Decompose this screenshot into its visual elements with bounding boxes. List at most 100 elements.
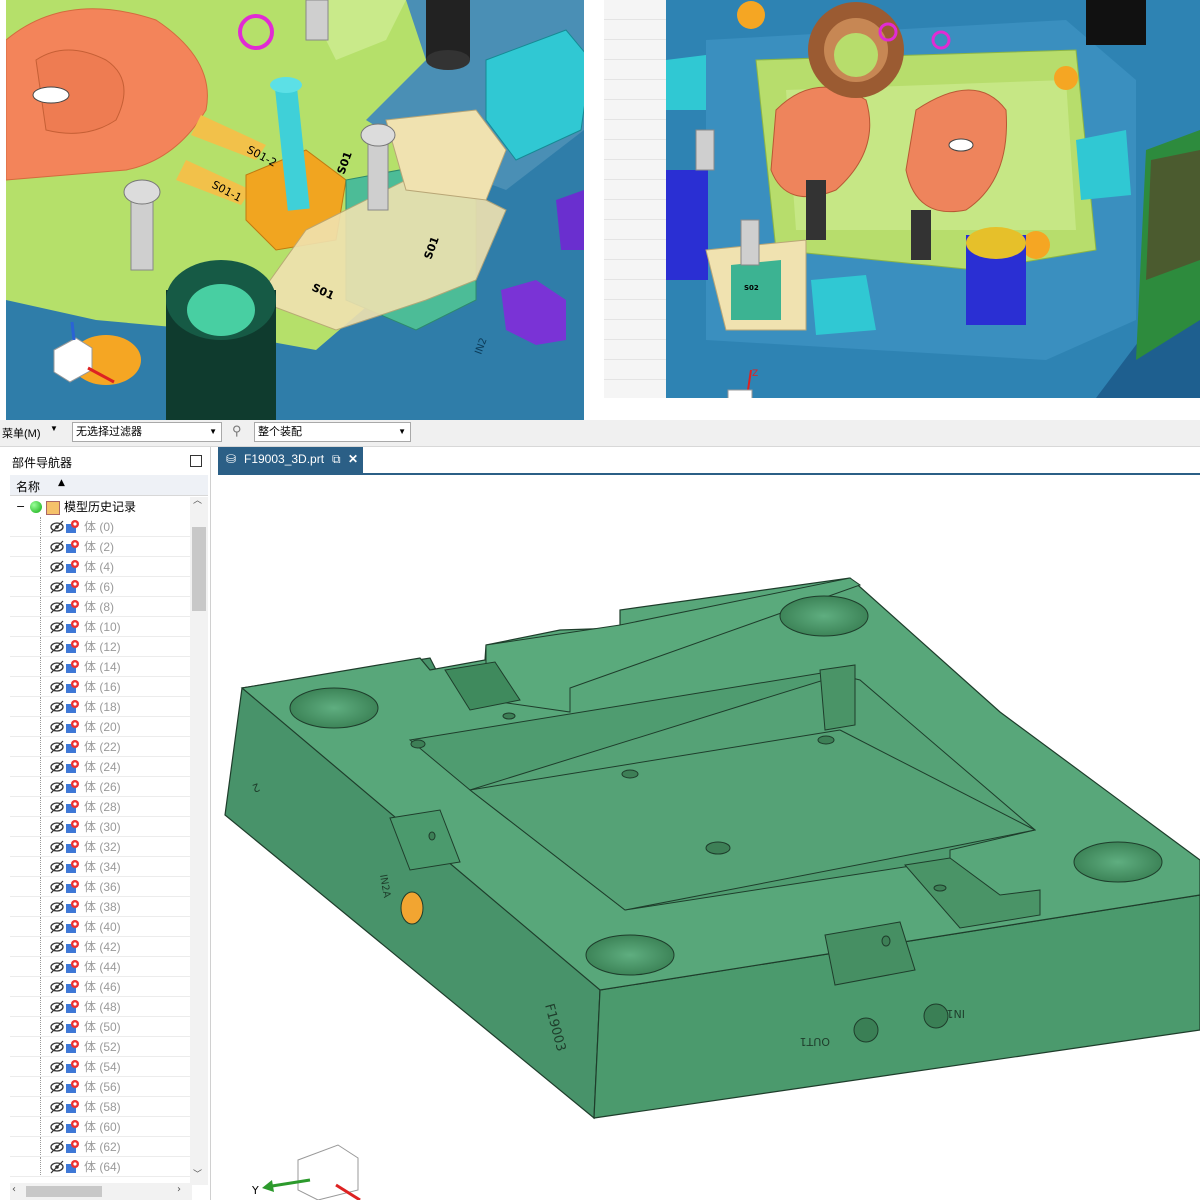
tree-item-body[interactable]: 体 (40) [10,917,190,937]
tree-connector-line [40,1077,42,1097]
tab-title: F19003_3D.prt [244,452,325,466]
tree-item-label: 体 (6) [84,580,115,594]
scroll-thumb-horizontal[interactable] [26,1186,102,1197]
view-triad[interactable]: Y [251,1144,361,1200]
side-list-panel [604,0,667,398]
tree-item-body[interactable]: 体 (34) [10,857,190,877]
row-divider [10,1176,190,1177]
navigator-horizontal-scrollbar[interactable]: ‹ › [10,1183,192,1200]
tree-item-body[interactable]: 体 (0) [10,517,190,537]
tree-connector-line [40,977,42,997]
scroll-down-icon[interactable]: ﹀ [193,1167,202,1180]
tree-item-body[interactable]: 体 (38) [10,897,190,917]
tree-item-body[interactable]: 体 (10) [10,617,190,637]
tree-item-label: 体 (50) [84,1020,121,1034]
tree-connector-line [40,777,42,797]
tree-connector-line [40,837,42,857]
tree-item-body[interactable]: 体 (56) [10,1077,190,1097]
tree-connector-line [40,757,42,777]
tree-item-body[interactable]: 体 (26) [10,777,190,797]
assembly-scope-dropdown[interactable]: 整个装配 ▼ [254,422,411,442]
tree-connector-line [40,657,42,677]
tree-item-body[interactable]: 体 (44) [10,957,190,977]
tree-item-body[interactable]: 体 (8) [10,597,190,617]
tree-root-model-history[interactable]: − 模型历史记录 [10,497,190,517]
tree-item-body[interactable]: 体 (30) [10,817,190,837]
scroll-up-icon[interactable]: ︿ [193,493,202,506]
engraved-in1: IN1 [947,1007,965,1020]
column-name-label: 名称 [16,480,41,494]
tree-item-body[interactable]: 体 (4) [10,557,190,577]
tree-connector-line [40,917,42,937]
tree-item-body[interactable]: 体 (64) [10,1157,190,1177]
tree-item-label: 体 (20) [84,720,121,734]
tree-item-body[interactable]: 体 (18) [10,697,190,717]
tree-item-body[interactable]: 体 (6) [10,577,190,597]
column-header-name[interactable]: 名称 ▲ [10,475,208,496]
tree-connector-line [40,697,42,717]
chevron-down-icon: ▼ [398,427,406,436]
triad-y-label: Y [251,1184,259,1197]
menu-button[interactable]: 菜单(M) [2,425,41,441]
tree-item-body[interactable]: 体 (22) [10,737,190,757]
scroll-left-icon[interactable]: ‹ [12,1184,16,1195]
tree-item-body[interactable]: 体 (42) [10,937,190,957]
tree-item-body[interactable]: 体 (60) [10,1117,190,1137]
tree-item-label: 体 (0) [84,520,115,534]
tree-item-body[interactable]: 体 (58) [10,1097,190,1117]
hidden-eye-icon[interactable] [50,1160,64,1180]
tree-item-body[interactable]: 体 (20) [10,717,190,737]
engraved-out1: OUT1 [800,1035,830,1048]
tree-item-body[interactable]: 体 (28) [10,797,190,817]
maximize-icon[interactable] [190,455,202,467]
tree-connector-line [40,1137,42,1157]
navigator-vertical-scrollbar[interactable]: ︿ ﹀ [190,496,208,1185]
tree-connector-line [40,797,42,817]
navigator-title: 部件导航器 [12,456,73,470]
tree-connector-line [40,817,42,837]
tree-item-body[interactable]: 体 (48) [10,997,190,1017]
scroll-right-icon[interactable]: › [177,1184,181,1195]
tree-connector-line [40,737,42,757]
tree-item-body[interactable]: 体 (32) [10,837,190,857]
tree-connector-line [40,997,42,1017]
tree-item-body[interactable]: 体 (46) [10,977,190,997]
scroll-thumb[interactable] [192,527,206,611]
tree-item-label: 体 (48) [84,1000,121,1014]
tree-item-label: 体 (10) [84,620,121,634]
tree-item-label: 体 (22) [84,740,121,754]
tree-item-body[interactable]: 体 (24) [10,757,190,777]
tab-f19003[interactable]: ⛁ F19003_3D.prt ⧉ ✕ [218,447,363,473]
tree-item-label: 体 (26) [84,780,121,794]
tree-connector-line [40,677,42,697]
collapse-icon[interactable]: − [16,497,25,517]
undock-icon[interactable]: ⧉ [332,447,341,471]
tree-connector-line [40,577,42,597]
tree-item-label: 体 (32) [84,840,121,854]
tree-item-body[interactable]: 体 (36) [10,877,190,897]
graphics-viewport[interactable]: F19003 IN1 OUT1 IN2A 2 Y [218,475,1200,1200]
filter-funnel-icon[interactable]: ⚲ [232,423,242,439]
tree-item-body[interactable]: 体 (14) [10,657,190,677]
tree-item-label: 体 (52) [84,1040,121,1054]
close-icon[interactable]: ✕ [348,447,358,471]
triad-z-label: Z [752,369,758,379]
tree-item-body[interactable]: 体 (54) [10,1057,190,1077]
tree-item-label: 体 (42) [84,940,121,954]
tree-item-body[interactable]: 体 (12) [10,637,190,657]
sort-ascending-icon[interactable]: ▲ [58,478,65,488]
tree-item-body[interactable]: 体 (2) [10,537,190,557]
tree-item-label: 体 (62) [84,1140,121,1154]
tree-item-body[interactable]: 体 (50) [10,1017,190,1037]
selection-filter-dropdown[interactable]: 无选择过滤器 ▼ [72,422,222,442]
tree-item-body[interactable]: 体 (52) [10,1037,190,1057]
chevron-down-icon: ▼ [209,427,217,436]
status-ok-icon [30,501,42,513]
tree-item-body[interactable]: 体 (62) [10,1137,190,1157]
tree-connector-line [40,857,42,877]
navigator-header: 部件导航器 [0,447,210,475]
tree-item-body[interactable]: 体 (16) [10,677,190,697]
menu-dropdown-icon[interactable]: ▼ [50,424,58,433]
mold-render-top-right: S02 Z [666,0,1200,398]
tree-connector-line [40,1097,42,1117]
